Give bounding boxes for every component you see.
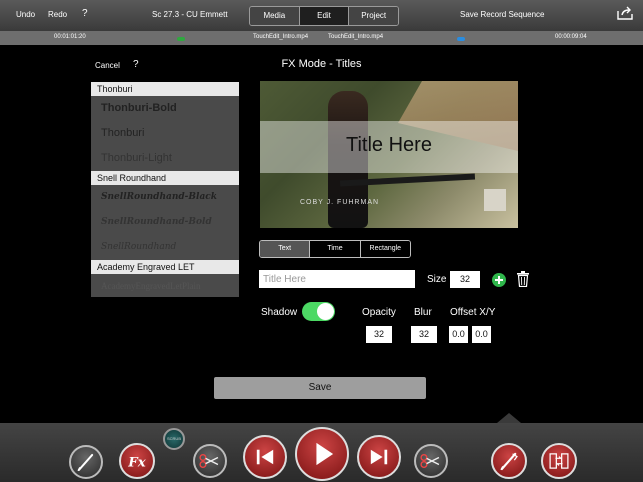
clip-label-right: TouchEdit_Intro.mp4 bbox=[328, 34, 384, 40]
tab-media[interactable]: Media bbox=[250, 7, 300, 25]
font-option[interactable]: SnellRoundhand bbox=[91, 235, 239, 260]
font-option[interactable]: Thonburi bbox=[91, 121, 239, 146]
title-text-input[interactable] bbox=[259, 270, 415, 288]
fx-label: Fx bbox=[127, 454, 146, 470]
font-option[interactable]: SnellRoundhand-Bold bbox=[91, 210, 239, 235]
fx-button[interactable]: Fx bbox=[119, 443, 155, 479]
font-family-header: Thonburi bbox=[91, 82, 239, 96]
font-option[interactable]: Thonburi-Light bbox=[91, 146, 239, 171]
fx-mode-tabs: Text Time Rectangle bbox=[259, 240, 411, 258]
font-list[interactable]: Thonburi Thonburi-Bold Thonburi Thonburi… bbox=[91, 82, 239, 297]
panel-pointer bbox=[497, 413, 521, 423]
preview-watermark: COBY J. FUHRMAN bbox=[300, 199, 380, 206]
mode-segmented-control: Media Edit Project bbox=[249, 6, 399, 26]
previous-clip-button[interactable] bbox=[243, 435, 287, 479]
fx-editor: FX Mode - Titles Cancel ? Thonburi Thonb… bbox=[0, 45, 643, 423]
clip-title: Sc 27.3 - CU Emmett bbox=[152, 10, 228, 19]
font-family-header: Academy Engraved LET bbox=[91, 260, 239, 274]
preview-title-text[interactable]: Title Here bbox=[260, 134, 518, 157]
blur-field[interactable]: 32 bbox=[411, 326, 437, 343]
font-option[interactable]: AcademyEngravedLetPlain bbox=[91, 274, 239, 297]
scissors-left-button[interactable] bbox=[193, 444, 227, 478]
play-button[interactable] bbox=[295, 427, 349, 481]
top-bar: Undo Redo ? Sc 27.3 - CU Emmett Media Ed… bbox=[0, 0, 643, 31]
save-button[interactable]: Save bbox=[214, 377, 426, 399]
help-button[interactable]: ? bbox=[82, 8, 88, 19]
tab-rectangle[interactable]: Rectangle bbox=[360, 241, 410, 257]
video-preview: Title Here COBY J. FUHRMAN bbox=[260, 81, 518, 228]
next-clip-button[interactable] bbox=[357, 435, 401, 479]
trash-icon[interactable] bbox=[517, 271, 529, 288]
opacity-label: Opacity bbox=[362, 307, 396, 318]
share-icon[interactable] bbox=[617, 6, 633, 20]
offset-y-field[interactable]: 0.0 bbox=[472, 326, 491, 343]
redo-button[interactable]: Redo bbox=[48, 10, 67, 19]
offset-x-field[interactable]: 0.0 bbox=[449, 326, 468, 343]
shadow-label: Shadow bbox=[261, 307, 298, 318]
transition-button[interactable] bbox=[541, 443, 577, 479]
opacity-field[interactable]: 32 bbox=[366, 326, 392, 343]
scrub-button[interactable]: SCRUB bbox=[163, 428, 185, 450]
tab-text[interactable]: Text bbox=[260, 241, 311, 257]
cancel-button[interactable]: Cancel bbox=[95, 61, 120, 70]
blue-marker[interactable] bbox=[457, 37, 465, 41]
scissors-right-button[interactable] bbox=[414, 444, 448, 478]
preview-object bbox=[484, 189, 506, 211]
size-label: Size bbox=[427, 274, 447, 285]
font-option[interactable]: SnellRoundhand-Black bbox=[91, 185, 239, 210]
font-family-header: Snell Roundhand bbox=[91, 171, 239, 185]
green-marker[interactable] bbox=[177, 37, 185, 41]
offset-label: Offset X/Y bbox=[450, 307, 496, 318]
save-record-sequence-button[interactable]: Save Record Sequence bbox=[460, 10, 545, 19]
size-field[interactable]: 32 bbox=[450, 271, 480, 288]
shadow-toggle[interactable] bbox=[302, 302, 335, 321]
title-pen-button[interactable] bbox=[491, 443, 527, 479]
tab-edit[interactable]: Edit bbox=[299, 7, 350, 25]
font-option[interactable]: Thonburi-Bold bbox=[91, 96, 239, 121]
plus-icon[interactable] bbox=[492, 273, 506, 287]
toggle-knob bbox=[317, 303, 334, 320]
blur-label: Blur bbox=[414, 307, 432, 318]
clip-label-left: TouchEdit_Intro.mp4 bbox=[253, 34, 309, 40]
undo-button[interactable]: Undo bbox=[16, 10, 35, 19]
tab-project[interactable]: Project bbox=[349, 7, 398, 25]
timecode-in: 00:01:01:20 bbox=[54, 34, 86, 40]
timecode-out: 00:00:09:04 bbox=[555, 34, 587, 40]
tab-time[interactable]: Time bbox=[310, 241, 361, 257]
timeline-strip[interactable]: 00:01:01:20 TouchEdit_Intro.mp4 TouchEdi… bbox=[0, 31, 643, 45]
pen-tool-button[interactable] bbox=[69, 445, 103, 479]
fx-help-button[interactable]: ? bbox=[133, 59, 139, 70]
